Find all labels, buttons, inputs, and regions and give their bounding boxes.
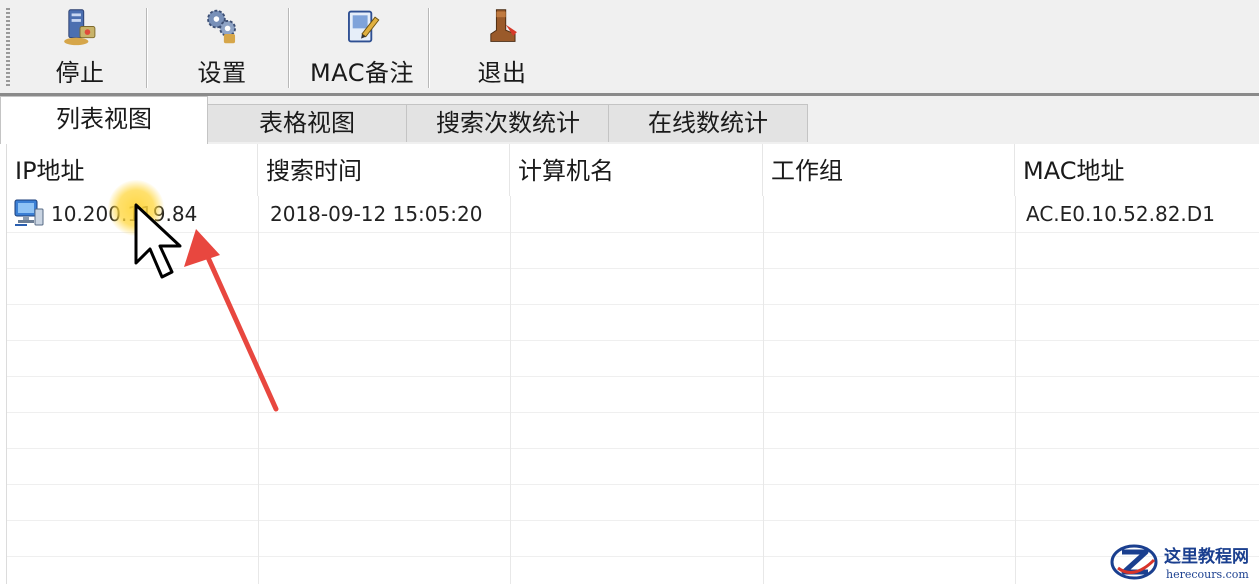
cell-search-time: 2018-09-12 15:05:20: [270, 202, 483, 226]
annotation-arrow-icon: [184, 229, 279, 412]
settings-button[interactable]: 设置: [186, 4, 258, 88]
tab-bar: 表格视图 搜索次数统计 在线数统计 列表视图: [0, 96, 1259, 144]
stop-label: 停止: [55, 59, 105, 87]
watermark-text: 这里教程网: [1164, 546, 1249, 567]
column-header-search-time[interactable]: 搜索时间: [258, 144, 510, 196]
mac-note-button[interactable]: MAC备注: [302, 4, 422, 88]
tab-table-view[interactable]: 表格视图: [206, 104, 408, 142]
toolbar-separator: [428, 8, 430, 88]
row-divider: [7, 484, 1259, 485]
column-header-row: IP地址 搜索时间 计算机名 工作组 MAC地址: [7, 144, 1259, 196]
column-header-workgroup[interactable]: 工作组: [763, 144, 1015, 196]
column-header-mac[interactable]: MAC地址: [1015, 144, 1259, 196]
gears-icon: [207, 9, 236, 44]
stop-server-icon: [64, 9, 96, 46]
column-header-computer-name[interactable]: 计算机名: [510, 144, 763, 196]
toolbar-grip[interactable]: [6, 8, 10, 86]
settings-label: 设置: [197, 59, 247, 87]
watermark-logo: 这里教程网 herecours.com: [1110, 544, 1249, 581]
mouse-pointer-icon: [134, 203, 182, 279]
stop-button[interactable]: 停止: [44, 4, 116, 88]
mac-note-label: MAC备注: [310, 59, 414, 87]
exit-label: 退出: [477, 59, 527, 87]
toolbar: 停止 设置 MAC备注 退出: [0, 0, 1259, 96]
computer-network-icon: [14, 199, 44, 226]
row-divider: [7, 556, 1259, 557]
exit-button[interactable]: 退出: [466, 4, 538, 88]
tab-online-count[interactable]: 在线数统计: [608, 104, 808, 142]
row-divider: [7, 448, 1259, 449]
column-divider: [510, 196, 511, 584]
tab-list-view[interactable]: 列表视图: [0, 96, 208, 144]
toolbar-separator: [288, 8, 290, 88]
exit-boot-icon: [490, 9, 517, 42]
column-divider: [1015, 196, 1016, 584]
toolbar-separator: [146, 8, 148, 88]
watermark-url: herecours.com: [1166, 568, 1249, 581]
column-divider: [763, 196, 764, 584]
tab-search-count[interactable]: 搜索次数统计: [406, 104, 610, 142]
cell-mac: AC.E0.10.52.82.D1: [1026, 202, 1215, 226]
row-divider: [7, 520, 1259, 521]
column-header-ip[interactable]: IP地址: [7, 144, 258, 196]
note-edit-icon: [348, 10, 380, 43]
